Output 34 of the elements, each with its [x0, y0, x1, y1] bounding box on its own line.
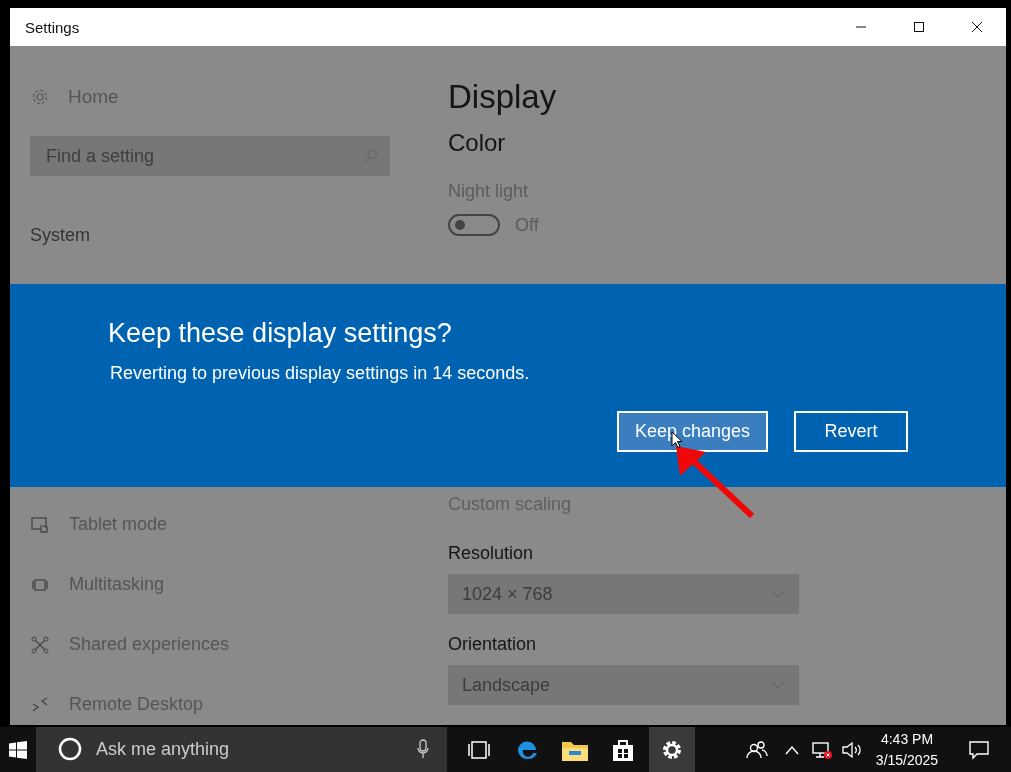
clock[interactable]: 4:43 PM 3/15/2025 [867, 727, 947, 772]
circle-icon [58, 737, 82, 761]
taskbar-search-field[interactable]: Ask me anything [36, 727, 447, 772]
search-field[interactable]: Find a setting [30, 136, 390, 176]
dialog-message: Reverting to previous display settings in 14 seconds. [109, 363, 531, 384]
microphone-icon [417, 739, 429, 759]
clock-time: 4:43 PM [880, 731, 934, 747]
maximize-icon [913, 21, 925, 33]
chevron-up-icon [785, 744, 799, 755]
network-icon [30, 634, 50, 655]
close-icon [971, 21, 983, 33]
settings-button[interactable] [649, 727, 695, 772]
tablet-icon [30, 514, 50, 535]
dialog-button[interactable]: Revert [794, 411, 908, 452]
window-title: Settings [25, 18, 80, 36]
toggle-switch[interactable] [448, 214, 500, 236]
clock-date: 3/15/2025 [875, 752, 939, 768]
dropdown[interactable]: Landscape [448, 665, 799, 705]
dialog-button[interactable]: Keep changes [617, 411, 768, 452]
section-heading: System [30, 225, 91, 246]
network-error-icon [811, 739, 833, 760]
speech-bubble-icon [968, 739, 990, 760]
section-heading: Color [448, 129, 507, 157]
shopping-bag-icon [611, 737, 635, 762]
dropdown[interactable]: 1024 × 768 [448, 574, 799, 614]
gear-icon [30, 87, 50, 107]
task-view-icon [467, 739, 491, 760]
dialog-title: Keep these display settings? [108, 318, 453, 349]
dropdown-label: Resolution [448, 543, 534, 564]
dropdown-label: Orientation [448, 634, 537, 655]
windows-logo-icon [9, 740, 27, 759]
people-icon [746, 739, 768, 760]
speaker-icon [841, 739, 863, 760]
page-title: Display [448, 78, 558, 116]
